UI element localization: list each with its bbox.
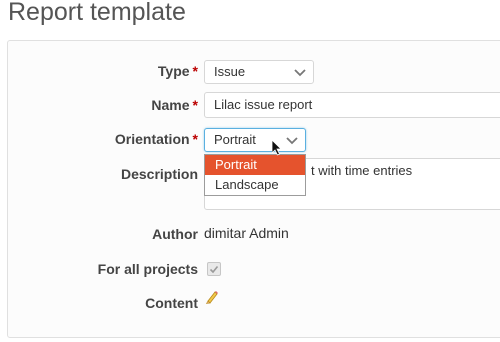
- author-value: dimitar Admin: [204, 225, 289, 241]
- author-label: Author: [152, 226, 198, 242]
- name-input[interactable]: Lilac issue report: [204, 92, 500, 118]
- orientation-label: Orientation *: [114, 131, 198, 147]
- for-all-projects-checkbox[interactable]: [207, 262, 221, 276]
- type-label: Type *: [157, 63, 198, 79]
- chevron-down-icon: [286, 137, 298, 145]
- for-all-projects-label: For all projects: [97, 261, 198, 277]
- description-text: t with time entries: [311, 163, 413, 178]
- check-icon: [209, 265, 219, 274]
- orientation-option-landscape[interactable]: Landscape: [205, 175, 305, 195]
- orientation-select-value: Portrait: [214, 132, 256, 147]
- pencil-icon[interactable]: [205, 290, 219, 304]
- orientation-dropdown-list: Portrait Landscape: [204, 154, 306, 196]
- type-select-value: Issue: [214, 64, 246, 79]
- mouse-cursor-icon: [272, 140, 282, 156]
- orientation-select[interactable]: Portrait: [204, 128, 306, 152]
- type-select[interactable]: Issue: [204, 60, 314, 84]
- name-label: Name *: [151, 97, 198, 113]
- page-title: Report template: [8, 0, 186, 26]
- content-label: Content: [145, 295, 198, 311]
- chevron-down-icon: [294, 69, 306, 77]
- description-label: Description: [120, 166, 198, 182]
- name-input-value: Lilac issue report: [214, 97, 313, 112]
- orientation-option-portrait[interactable]: Portrait: [205, 155, 305, 175]
